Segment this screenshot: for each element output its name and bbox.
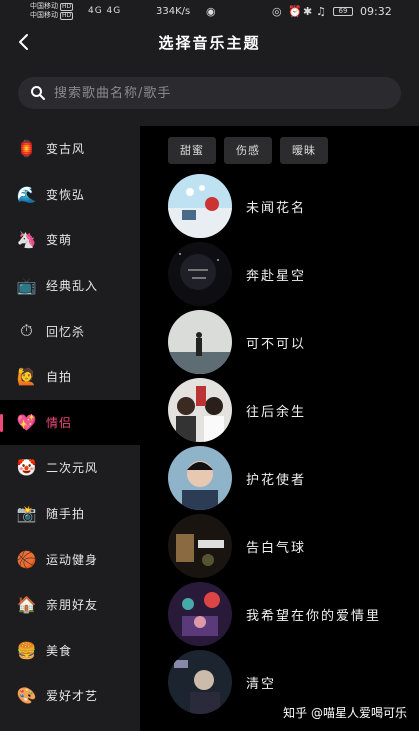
header: 选择音乐主题 [0,24,419,68]
cover-image-icon [168,514,232,578]
mood-tags: 甜蜜 伤感 暧昧 [168,137,328,164]
search-icon [31,86,45,100]
sidebar-item-label: 情侣 [46,415,73,430]
song-item[interactable]: 奔赴星空 [168,242,418,306]
sidebar-item-hobby[interactable]: 🎨 爱好才艺 [0,673,140,719]
sidebar-item-label: 亲朋好友 [46,598,99,613]
tag-ambiguous[interactable]: 暧昧 [280,137,328,164]
tag-sweet[interactable]: 甜蜜 [168,137,216,164]
sidebar-item-label: 变古风 [46,142,86,157]
status-bar: 中国移动 HD 中国移动 HD 4G 4G 334K/s ◉ ◎ ⏰ ✱ ♫ 69 … [0,0,419,24]
palette-icon: 🎨 [16,686,38,706]
cover-image-icon [168,446,232,510]
sidebar-item-family[interactable]: 🏠 亲朋好友 [0,582,140,628]
song-cover [168,310,232,374]
song-title: 往后余生 [246,404,307,420]
sidebar-item-snapshot[interactable]: 📸 随手拍 [0,491,140,537]
sidebar-item-label: 美食 [46,643,73,658]
sidebar-item-selfie[interactable]: 🙋 自拍 [0,354,140,400]
hd-badge: HD [60,2,74,11]
cover-image-icon [168,650,232,714]
stopwatch-icon: ⏱ [20,321,34,341]
song-item[interactable]: 未闻花名 [168,174,418,238]
hd-badge-2: HD [60,11,74,20]
song-title: 告白气球 [246,540,307,556]
battery-icon: 69 [333,7,353,16]
sidebar-item-label: 回忆杀 [46,324,86,339]
sidebar-item-label: 自拍 [46,370,73,385]
cover-image-icon [168,310,232,374]
sidebar-item-food[interactable]: 🍔 美食 [0,628,140,674]
song-cover [168,378,232,442]
song-title: 可不可以 [246,336,307,352]
sidebar-item-label: 爱好才艺 [46,689,99,704]
carrier-1: 中国移动 [30,2,58,10]
song-item[interactable]: 告白气球 [168,514,418,578]
sidebar-item-classic[interactable]: 📺 经典乱入 [0,263,140,309]
sidebar-item-label: 变萌 [46,233,73,248]
song-title: 护花使者 [246,472,307,488]
carrier-info: 中国移动 HD 中国移动 HD [30,2,74,20]
house-icon: 🏠 [16,595,38,615]
sidebar-item-label: 二次元风 [46,461,99,476]
song-cover [168,446,232,510]
basketball-icon: 🏀 [16,549,38,569]
cover-image-icon [168,582,232,646]
carrier-2: 中国移动 [30,11,58,19]
watermark: 知乎 @喵星人爱喝可乐 [283,706,407,720]
alarm-icon: ⏰ [288,5,302,18]
lantern-icon: 🏮 [16,139,38,159]
unicorn-icon: 🦄 [16,230,38,250]
tv-icon: 📺 [16,276,38,296]
song-cover [168,650,232,714]
sidebar-item-label: 随手拍 [46,507,86,522]
song-cover [168,174,232,238]
camera-icon: 📸 [16,504,38,524]
heart-icon: 💖 [16,412,38,432]
song-cover [168,582,232,646]
sidebar-item-grand[interactable]: 🌊 变恢弘 [0,172,140,218]
mute-icon: ♫ [316,5,326,18]
app-notification-icon: ◉ [206,5,216,18]
sidebar-item-couple[interactable]: 💖 情侣 [0,399,140,446]
face-icon: 🙋 [16,367,38,387]
song-cover [168,242,232,306]
signal-icon: 4G 4G [88,6,122,16]
tag-sad[interactable]: 伤感 [224,137,272,164]
network-speed: 334K/s [156,6,191,17]
search-input[interactable] [54,85,354,101]
song-cover [168,514,232,578]
song-item[interactable]: 我希望在你的爱情里 [168,582,418,646]
clock: 09:32 [360,5,392,18]
cover-image-icon [168,378,232,442]
sidebar-item-label: 变恢弘 [46,187,86,202]
sidebar-item-memories[interactable]: ⏱ 回忆杀 [0,308,140,354]
sidebar-item-ancient[interactable]: 🏮 变古风 [0,126,140,172]
category-sidebar: 🏮 变古风 🌊 变恢弘 🦄 变萌 📺 经典乱入 ⏱ 回忆杀 🙋 自拍 💖 情侣 🤡 二次元风 📸… [0,126,140,731]
bluetooth-icon: ✱ [303,5,313,18]
song-title: 未闻花名 [246,200,307,216]
song-item[interactable]: 可不可以 [168,310,418,374]
song-title: 奔赴星空 [246,268,307,284]
sidebar-item-cute[interactable]: 🦄 变萌 [0,217,140,263]
song-title: 我希望在你的爱情里 [246,608,382,624]
cover-image-icon [168,242,232,306]
song-panel: 甜蜜 伤感 暧昧 未闻花名 奔赴星空 可不可以 往后余生 护花使者 告白气球 我… [140,126,419,731]
sidebar-item-anime[interactable]: 🤡 二次元风 [0,445,140,491]
burger-icon: 🍔 [16,640,38,660]
eye-icon: ◎ [272,5,282,18]
song-title: 清空 [246,676,277,692]
clown-icon: 🤡 [16,458,38,478]
sidebar-item-fitness[interactable]: 🏀 运动健身 [0,536,140,582]
sidebar-item-label: 经典乱入 [46,279,99,294]
sidebar-item-label: 运动健身 [46,552,99,567]
page-title: 选择音乐主题 [158,34,261,52]
cover-image-icon [168,174,232,238]
song-item[interactable]: 护花使者 [168,446,418,510]
wave-icon: 🌊 [16,184,38,204]
search-bar[interactable] [18,77,401,109]
song-item[interactable]: 往后余生 [168,378,418,442]
